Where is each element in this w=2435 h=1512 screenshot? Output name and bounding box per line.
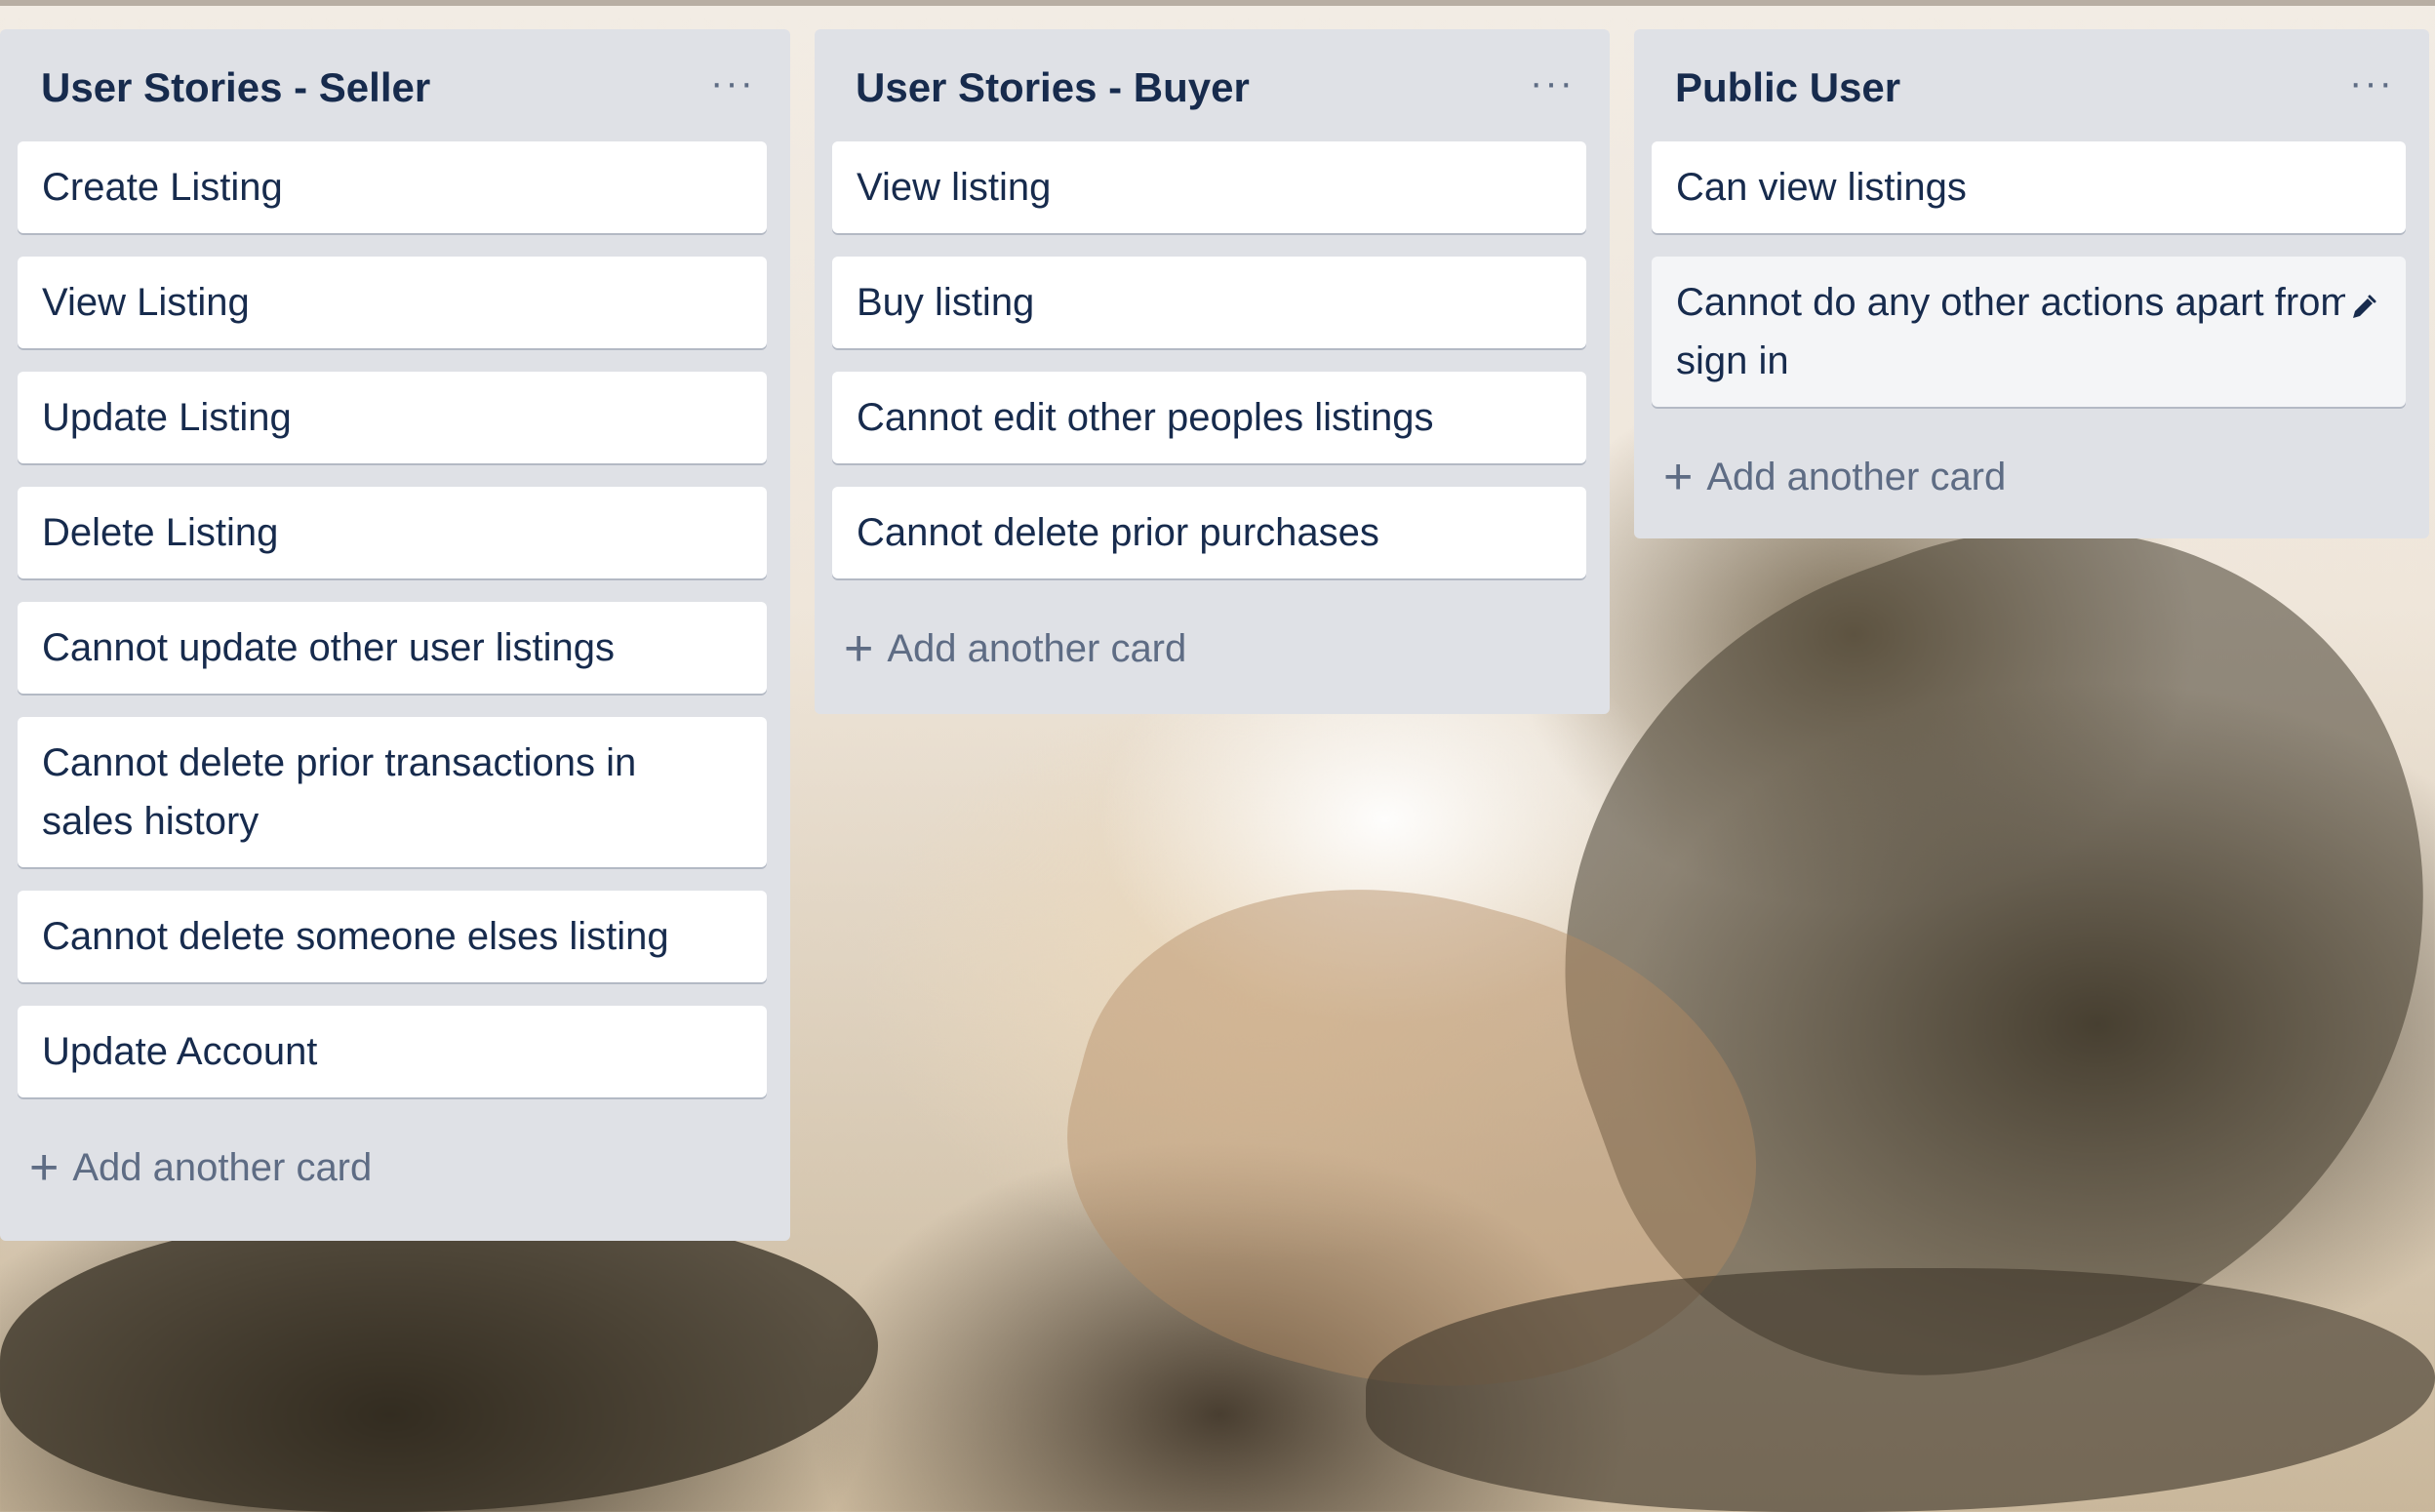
add-card-button[interactable]: + Add another card [1663,430,2429,524]
card-text: Cannot do any other actions apart from s… [1676,281,2353,382]
list-title[interactable]: Public User [1675,64,1900,111]
add-card-label: Add another card [887,626,1187,670]
add-card-label: Add another card [72,1145,373,1189]
card[interactable]: View Listing [18,257,767,348]
list-header: Public User ··· [1634,29,2429,141]
list-header: User Stories - Buyer ··· [815,29,1610,141]
card[interactable]: Cannot edit other peoples listings [832,372,1586,463]
list-menu-icon[interactable]: ··· [1530,63,1575,102]
add-card-button[interactable]: + Add another card [29,1121,790,1214]
card[interactable]: Buy listing [832,257,1586,348]
card[interactable]: View listing [832,141,1586,233]
card-hovered[interactable]: Cannot do any other actions apart from s… [1652,257,2406,407]
card[interactable]: Create Listing [18,141,767,233]
list-user-stories-buyer: User Stories - Buyer ··· View listing Bu… [815,29,1610,714]
card[interactable]: Update Account [18,1006,767,1097]
card[interactable]: Can view listings [1652,141,2406,233]
list-public-user: Public User ··· Can view listings Cannot… [1634,29,2429,538]
list-title[interactable]: User Stories - Buyer [856,64,1250,111]
list-user-stories-seller: User Stories - Seller ··· Create Listing… [0,29,790,1241]
board: User Stories - Seller ··· Create Listing… [0,29,2435,1483]
card[interactable]: Cannot delete prior transactions in sale… [18,717,767,867]
card[interactable]: Delete Listing [18,487,767,578]
card[interactable]: Cannot delete someone elses listing [18,891,767,982]
list-menu-icon[interactable]: ··· [710,63,755,102]
card-list: Can view listings Cannot do any other ac… [1634,141,2429,407]
add-card-label: Add another card [1706,455,2007,498]
card-list: Create Listing View Listing Update Listi… [0,141,790,1097]
add-card-button[interactable]: + Add another card [844,602,1610,696]
window-top-edge [0,0,2435,6]
card[interactable]: Cannot update other user listings [18,602,767,694]
list-title[interactable]: User Stories - Seller [41,64,430,111]
pencil-icon[interactable] [2345,284,2380,319]
list-menu-icon[interactable]: ··· [2349,63,2394,102]
card[interactable]: Cannot delete prior purchases [832,487,1586,578]
plus-icon: + [844,620,874,677]
plus-icon: + [29,1139,60,1196]
card[interactable]: Update Listing [18,372,767,463]
list-header: User Stories - Seller ··· [0,29,790,141]
card-list: View listing Buy listing Cannot edit oth… [815,141,1610,578]
plus-icon: + [1663,449,1694,505]
